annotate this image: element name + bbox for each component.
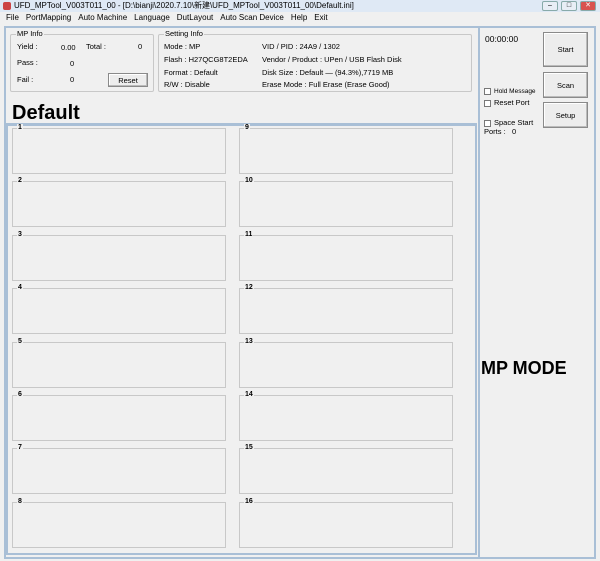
format-text: Format : Default xyxy=(164,68,218,77)
ports-count: Ports : 0 xyxy=(484,127,516,136)
port-number: 3 xyxy=(17,230,23,238)
port-number: 2 xyxy=(17,177,23,185)
window-title: UFD_MPTool_V003T011_00 - [D:\bianji\2020… xyxy=(14,1,354,10)
app-icon xyxy=(3,2,11,10)
port-box: 1 xyxy=(12,124,226,174)
minimize-button[interactable]: – xyxy=(542,1,558,11)
port-box: 8 xyxy=(12,497,226,548)
port-number: 9 xyxy=(244,124,250,131)
setup-button[interactable]: Setup xyxy=(543,102,588,128)
menu-language[interactable]: Language xyxy=(134,12,170,24)
port-number: 6 xyxy=(17,391,23,398)
menu-portmapping[interactable]: PortMapping xyxy=(26,12,71,24)
erase-mode-text: Erase Mode : Full Erase (Erase Good) xyxy=(262,80,390,89)
port-number: 13 xyxy=(244,337,254,345)
mp-info-group: MP Info Yield : 0.00 Total : 0 Pass : 0 … xyxy=(10,29,154,92)
checkbox-icon xyxy=(484,88,491,95)
menu-dutlayout[interactable]: DutLayout xyxy=(177,12,213,24)
port-box: 16 xyxy=(239,497,453,548)
port-number: 1 xyxy=(17,124,23,131)
setting-info-label: Setting Info xyxy=(164,29,204,38)
reset-port-label: Reset Port xyxy=(494,98,530,107)
menu-help[interactable]: Help xyxy=(291,12,307,24)
checkbox-icon xyxy=(484,99,491,107)
port-number: 15 xyxy=(244,444,254,452)
flash-text: Flash : H27QCG8T2EDA xyxy=(164,55,248,64)
hold-message-label: Hold Message xyxy=(494,88,536,96)
menu-file[interactable]: File xyxy=(6,12,19,24)
reset-button[interactable]: Reset xyxy=(108,73,148,87)
port-box: 7 xyxy=(12,444,226,495)
port-box: 4 xyxy=(12,284,226,335)
port-box: 13 xyxy=(239,337,453,388)
fail-label: Fail : xyxy=(17,75,34,84)
port-number: 4 xyxy=(17,284,23,292)
port-number: 16 xyxy=(244,497,254,505)
port-box: 9 xyxy=(239,124,453,174)
vendor-text: Vendor / Product : UPen / USB Flash Disk xyxy=(262,55,402,64)
rw-text: R/W : Disable xyxy=(164,80,210,89)
mode-text: Mode : MP xyxy=(164,42,201,51)
reset-port-checkbox[interactable]: Reset Port xyxy=(484,98,529,107)
yield-label: Yield : xyxy=(17,42,38,51)
port-box: 2 xyxy=(12,177,226,228)
ports-value: 0 xyxy=(511,127,517,136)
start-button[interactable]: Start xyxy=(543,32,588,67)
port-number: 14 xyxy=(244,391,254,398)
disk-size-text: Disk Size : Default — (94.3%),7719 MB xyxy=(262,68,394,77)
port-box: 5 xyxy=(12,337,226,388)
vid-pid-text: VID / PID : 24A9 / 1302 xyxy=(262,42,340,51)
port-number: 12 xyxy=(244,284,254,292)
profile-title: Default xyxy=(12,102,80,124)
port-number: 5 xyxy=(17,337,23,345)
port-box: 15 xyxy=(239,444,453,495)
title-bar: UFD_MPTool_V003T011_00 - [D:\bianji\2020… xyxy=(0,0,600,12)
port-box: 10 xyxy=(239,177,453,228)
port-number: 10 xyxy=(244,177,254,185)
hold-message-checkbox[interactable]: Hold Message xyxy=(484,88,536,95)
port-box: 3 xyxy=(12,230,226,281)
space-start-label: Space Start xyxy=(494,118,534,127)
total-label: Total : xyxy=(86,42,107,51)
timer: 00:00:00 xyxy=(485,34,519,44)
pass-label: Pass : xyxy=(17,58,38,67)
mp-info-label: MP Info xyxy=(16,29,44,38)
ports-label: Ports : xyxy=(484,127,506,136)
port-number: 7 xyxy=(17,444,23,452)
menu-exit[interactable]: Exit xyxy=(314,12,327,24)
menu-auto-scan-device[interactable]: Auto Scan Device xyxy=(220,12,284,24)
space-start-checkbox[interactable]: Space Start xyxy=(484,118,533,127)
port-number: 11 xyxy=(244,230,254,238)
port-number: 8 xyxy=(17,497,23,505)
mode-banner: MP MODE xyxy=(481,358,567,378)
port-box: 6 xyxy=(12,391,226,441)
port-box: 11 xyxy=(239,230,453,281)
close-button[interactable]: ✕ xyxy=(580,1,596,11)
port-box: 12 xyxy=(239,284,453,335)
port-box: 14 xyxy=(239,391,453,441)
setting-info-group: Setting Info Mode : MP Flash : H27QCG8T2… xyxy=(158,29,472,92)
total-value: 0 xyxy=(138,42,143,51)
scan-button[interactable]: Scan xyxy=(543,72,588,98)
maximize-button[interactable]: □ xyxy=(561,1,577,11)
control-panel: 00:00:00 Start Scan Setup Hold Message R… xyxy=(478,28,592,557)
menu-bar: File PortMapping Auto Machine Language D… xyxy=(0,12,600,24)
pass-value: 0 xyxy=(70,59,75,68)
menu-auto-machine[interactable]: Auto Machine xyxy=(78,12,127,24)
fail-value: 0 xyxy=(70,75,75,84)
yield-value: 0.00 xyxy=(61,43,76,52)
checkbox-icon xyxy=(484,119,491,127)
